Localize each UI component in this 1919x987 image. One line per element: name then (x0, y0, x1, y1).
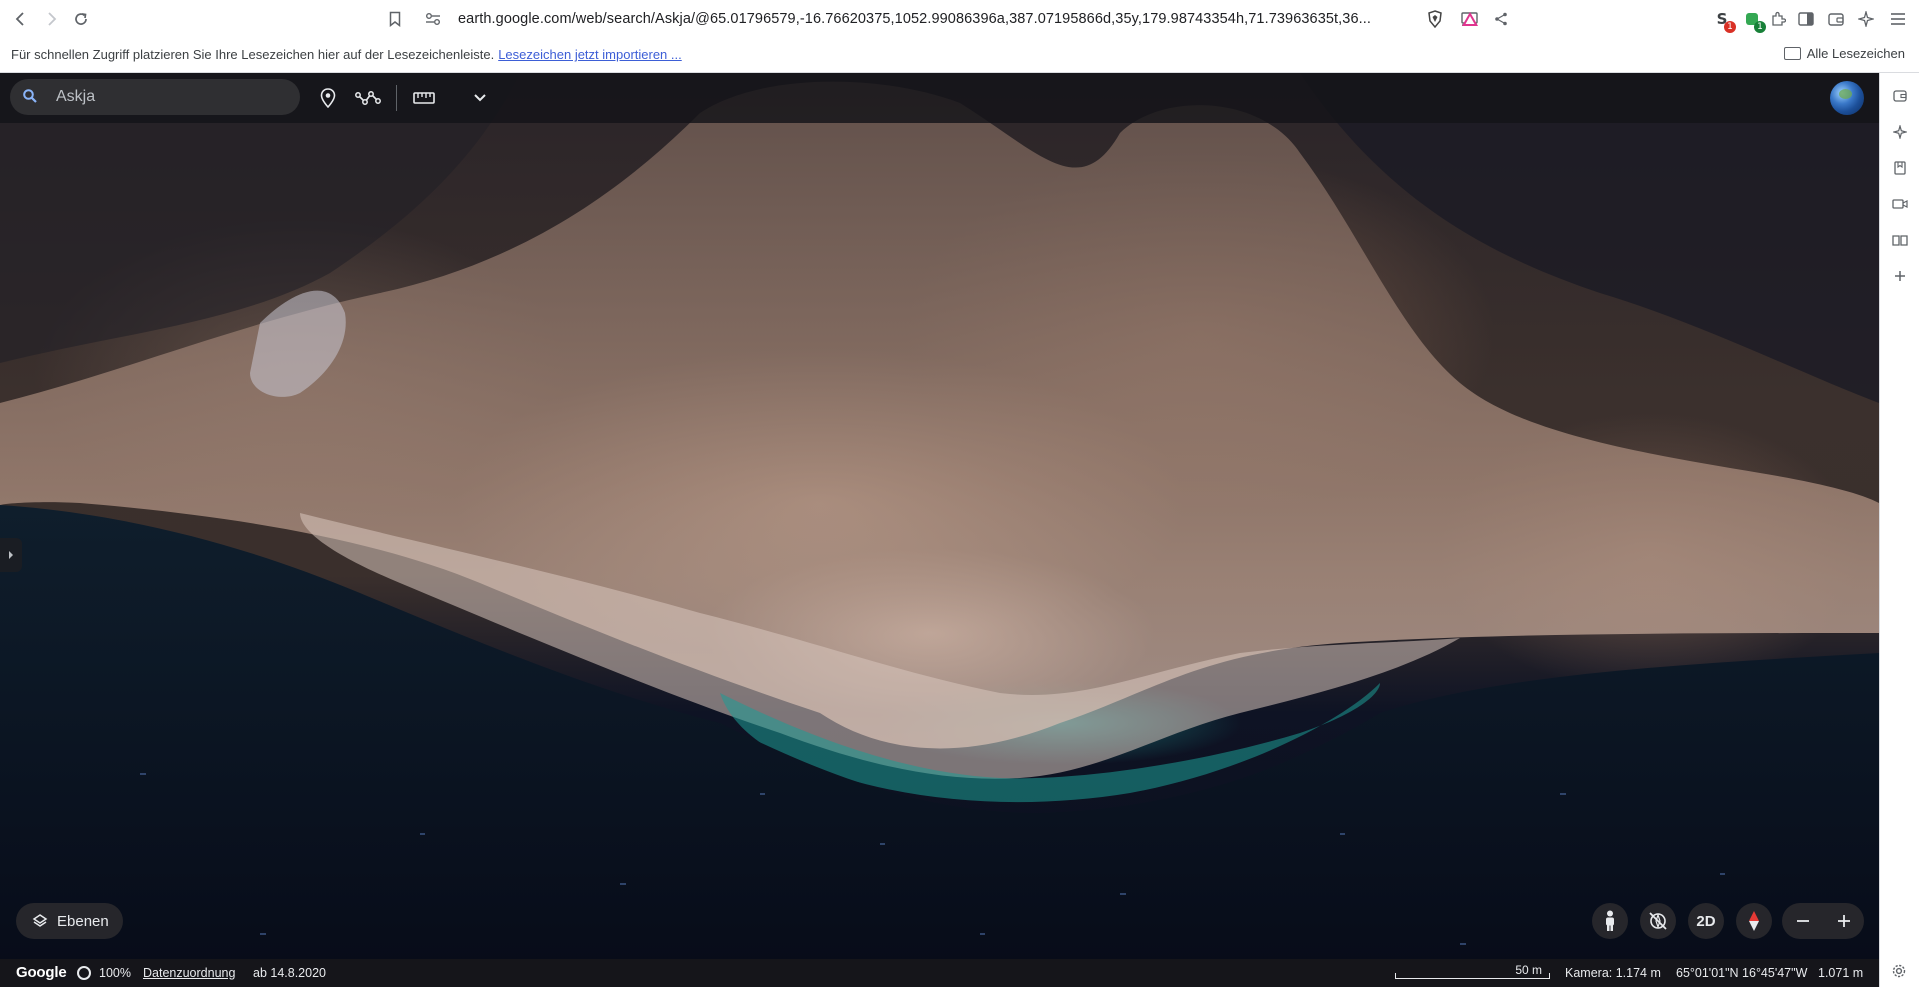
all-bookmarks-button[interactable]: Alle Lesezeichen (1783, 46, 1905, 61)
share-icon[interactable] (1490, 8, 1512, 30)
wallet-panel-icon[interactable] (1889, 85, 1911, 107)
sidebar-toggle-icon[interactable] (1794, 7, 1818, 31)
search-icon (22, 88, 40, 106)
forward-arrow-icon[interactable] (38, 6, 64, 32)
cursor-coordinates: 65°01'01"N 16°45'47"W (1676, 966, 1808, 980)
layers-button[interactable]: Ebenen (16, 903, 123, 939)
bookmarks-bar: Für schnellen Zugriff platzieren Sie Ihr… (0, 38, 1919, 73)
zoom-in-icon[interactable] (1823, 903, 1864, 939)
extension-badge: 1 (1724, 21, 1736, 33)
measure-ruler-icon[interactable] (409, 83, 439, 113)
draw-path-icon[interactable] (353, 83, 383, 113)
earth-map-view[interactable] (0, 73, 1879, 987)
terrain-elevation: 1.071 m (1818, 966, 1864, 980)
browser-toolbar: earth.google.com/web/search/Askja/@65.01… (0, 0, 1919, 38)
bookmarks-hint: Für schnellen Zugriff platzieren Sie Ihr… (11, 47, 682, 62)
camera-altitude: Kamera: 1.174 m (1565, 966, 1661, 980)
bookmarks-hint-text: Für schnellen Zugriff platzieren Sie Ihr… (11, 47, 495, 62)
data-attribution-link[interactable]: Datenzuordnung (143, 966, 235, 980)
loading-ring-icon (77, 966, 91, 980)
earth-toolbar (0, 73, 1879, 123)
browser-side-panel (1879, 73, 1919, 987)
folder-icon (1783, 47, 1801, 60)
layers-label: Ebenen (57, 912, 109, 930)
site-settings-icon[interactable] (422, 8, 444, 30)
scale-bar (1395, 973, 1550, 979)
view-2d-button[interactable]: 2D (1688, 903, 1724, 939)
imagery-date: ab 14.8.2020 (253, 966, 326, 980)
reading-list-icon[interactable] (1889, 229, 1911, 251)
leo-ai-icon[interactable] (1854, 7, 1878, 31)
pegman-street-view-icon[interactable] (1592, 903, 1628, 939)
address-bar[interactable]: earth.google.com/web/search/Askja/@65.01… (378, 5, 1507, 34)
extensions-puzzle-icon[interactable] (1766, 7, 1790, 31)
extension-s-icon[interactable]: S 1 (1710, 7, 1736, 33)
search-box[interactable] (10, 79, 300, 115)
bookmark-icon[interactable] (384, 8, 406, 30)
earth-status-bar: Google 100% Datenzuordnung ab 14.8.2020 … (0, 959, 1879, 987)
search-input[interactable] (56, 87, 286, 107)
zoom-out-icon[interactable] (1782, 903, 1823, 939)
brave-rewards-icon[interactable] (1458, 7, 1482, 31)
chevron-down-icon[interactable] (465, 83, 495, 113)
account-globe-avatar[interactable] (1830, 81, 1864, 115)
scale-indicator: 50 m (1395, 963, 1550, 979)
leo-panel-icon[interactable] (1889, 121, 1911, 143)
menu-icon[interactable] (1886, 7, 1910, 31)
bookmarks-panel-icon[interactable] (1889, 157, 1911, 179)
side-panel-settings-icon[interactable] (1887, 959, 1911, 983)
layers-icon (32, 913, 48, 929)
url-text[interactable]: earth.google.com/web/search/Askja/@65.01… (458, 11, 1428, 27)
terrain-imagery (0, 73, 1879, 987)
brave-shield-icon[interactable] (1423, 7, 1447, 31)
expand-panel-arrow-icon[interactable] (0, 538, 22, 572)
add-panel-icon[interactable] (1889, 265, 1911, 287)
toolbar-divider (396, 85, 397, 111)
google-logo: Google (16, 964, 67, 981)
import-bookmarks-link[interactable]: Lesezeichen jetzt importieren ... (498, 47, 682, 62)
extension-green-icon[interactable]: 1 (1740, 7, 1766, 33)
compass-icon[interactable] (1736, 903, 1772, 939)
load-percent: 100% (99, 966, 131, 980)
reset-tilt-icon[interactable] (1640, 903, 1676, 939)
back-arrow-icon[interactable] (8, 6, 34, 32)
add-placemark-icon[interactable] (313, 83, 343, 113)
wallet-icon[interactable] (1824, 7, 1848, 31)
video-panel-icon[interactable] (1889, 193, 1911, 215)
reload-icon[interactable] (68, 6, 94, 32)
all-bookmarks-label: Alle Lesezeichen (1806, 46, 1905, 61)
extension-badge: 1 (1754, 21, 1766, 33)
browser-window: earth.google.com/web/search/Askja/@65.01… (0, 0, 1919, 987)
zoom-controls (1782, 903, 1864, 939)
